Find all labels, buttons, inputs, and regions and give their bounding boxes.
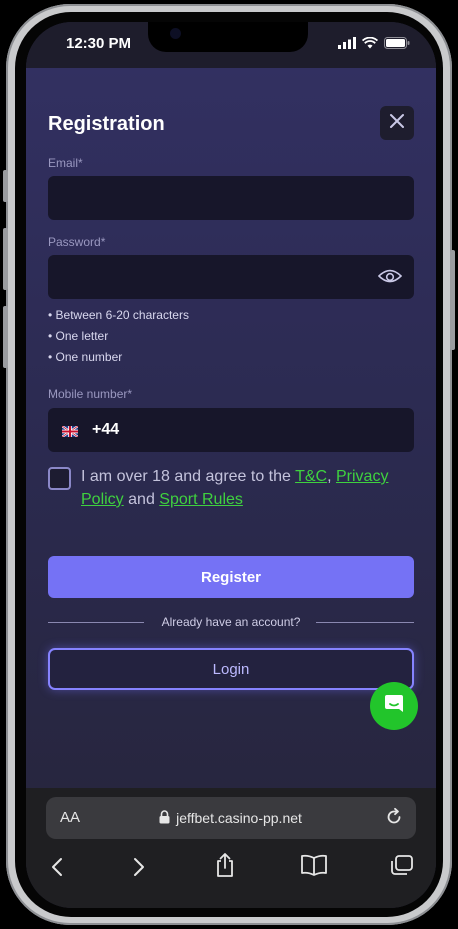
divider: Already have an account? (48, 614, 414, 632)
login-button[interactable]: Login (48, 648, 414, 690)
password-rule-number: • One number (48, 350, 123, 364)
chat-icon (383, 693, 405, 720)
sport-rules-link[interactable]: Sport Rules (159, 491, 243, 508)
reload-icon[interactable] (384, 807, 404, 832)
registration-form: Registration Email* Password* • Between … (26, 68, 436, 788)
mobile-label: Mobile number* (48, 387, 133, 401)
terms-prefix: I am over 18 and agree to the (81, 468, 291, 485)
register-button[interactable]: Register (48, 556, 414, 598)
password-field[interactable] (48, 255, 414, 299)
close-button[interactable] (380, 106, 414, 140)
chat-button[interactable] (370, 682, 418, 730)
terms-text: I am over 18 and agree to the T&C, Priva… (81, 465, 421, 511)
forward-icon[interactable] (132, 856, 146, 883)
status-bar: 12:30 PM (26, 22, 436, 68)
password-rule-letter: • One letter (48, 329, 109, 343)
password-label: Password* (48, 235, 106, 249)
phone-action-button (3, 170, 8, 202)
uk-flag-icon[interactable] (61, 424, 79, 438)
eye-icon[interactable] (377, 267, 403, 290)
signal-icon (338, 36, 356, 54)
phone-power-button (450, 250, 455, 350)
close-icon (389, 113, 405, 134)
browser-toolbar: AA jeffbet.casino-pp.net (26, 788, 436, 908)
terms-comma: , (327, 468, 332, 485)
status-time: 12:30 PM (66, 35, 132, 52)
terms-and: and (128, 491, 155, 508)
divider-line-right (316, 622, 414, 623)
mobile-number-field[interactable]: +44 (48, 408, 414, 452)
page-title: Registration (48, 113, 165, 135)
email-label: Email* (48, 156, 83, 170)
email-field[interactable] (48, 176, 414, 220)
url-text: jeffbet.casino-pp.net (176, 810, 302, 826)
phone-volume-down-button (3, 306, 8, 368)
phone-volume-up-button (3, 228, 8, 290)
tc-link[interactable]: T&C (295, 468, 327, 485)
camera-icon (170, 28, 181, 39)
battery-icon (384, 36, 410, 54)
terms-checkbox[interactable] (48, 467, 71, 490)
password-rule-length: • Between 6-20 characters (48, 308, 189, 322)
tabs-icon[interactable] (390, 854, 414, 881)
phone-screen: 12:30 PM Registration Email* Password* •… (26, 22, 436, 908)
country-code: +44 (92, 421, 120, 438)
wifi-icon (361, 36, 379, 54)
browser-nav (26, 850, 436, 890)
share-icon[interactable] (214, 852, 236, 883)
bookmarks-icon[interactable] (300, 854, 328, 881)
back-icon[interactable] (50, 856, 64, 883)
address-bar[interactable]: AA jeffbet.casino-pp.net (46, 797, 416, 839)
status-icons (338, 36, 410, 54)
